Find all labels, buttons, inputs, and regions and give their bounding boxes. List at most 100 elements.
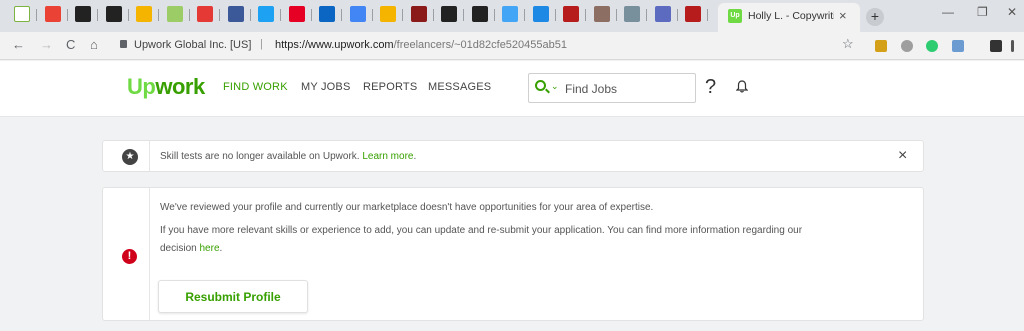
- tab-separator: [463, 9, 464, 21]
- logo-up: Up: [127, 74, 156, 99]
- tab-favicon-icon[interactable]: [75, 6, 91, 22]
- search-input[interactable]: Find Jobs: [565, 82, 617, 96]
- url-text: https://www.upwork.com/freelancers/~01d8…: [275, 39, 567, 51]
- extension-icon[interactable]: [952, 40, 964, 52]
- tab-favicon-icon[interactable]: [319, 6, 335, 22]
- tab-favicon-icon[interactable]: [288, 6, 305, 22]
- tab-separator: [707, 9, 708, 21]
- divider: [149, 141, 150, 171]
- search-icon[interactable]: [535, 80, 546, 91]
- search-box[interactable]: ⌄ Find Jobs: [528, 73, 696, 103]
- upwork-logo[interactable]: Upwork: [127, 74, 205, 100]
- reload-icon[interactable]: C: [66, 37, 75, 52]
- tab-separator: [36, 9, 37, 21]
- tab-separator: [127, 9, 129, 21]
- url-host: https://www.upwork.com: [275, 39, 394, 51]
- here-link[interactable]: here: [199, 243, 219, 254]
- extension-icon[interactable]: [875, 40, 887, 52]
- bookmark-star-icon[interactable]: ☆: [842, 36, 854, 52]
- notice-trailing: .: [413, 151, 417, 162]
- home-icon[interactable]: ⌂: [90, 37, 98, 52]
- decision-text: decision: [160, 243, 197, 254]
- nav-reports[interactable]: REPORTS: [363, 81, 417, 93]
- notice-message: Skill tests are no longer available on U…: [160, 151, 360, 162]
- nav-messages[interactable]: MESSAGES: [428, 81, 491, 93]
- new-tab-button[interactable]: +: [866, 8, 884, 26]
- tab-separator: [524, 9, 525, 21]
- tab-favicon-icon[interactable]: [593, 6, 610, 22]
- url-path: /freelancers/~01d82cfe520455ab51: [393, 39, 567, 51]
- upwork-header: Upwork FIND WORK MY JOBS REPORTS MESSAGE…: [0, 61, 1024, 117]
- tab-favicon-icon[interactable]: [563, 6, 579, 22]
- extension-icon[interactable]: [926, 40, 938, 52]
- notice-text: Skill tests are no longer available on U…: [160, 151, 416, 162]
- address-bar[interactable]: Upwork Global Inc. [US] | https://www.up…: [112, 35, 872, 57]
- site-identity: Upwork Global Inc. [US]: [134, 39, 252, 51]
- tab-separator: [188, 9, 190, 21]
- star-icon: ★: [122, 149, 138, 165]
- tab-favicon-icon[interactable]: [105, 6, 122, 22]
- tab-favicon-icon[interactable]: [349, 6, 366, 22]
- tab-favicon-icon[interactable]: [654, 6, 671, 22]
- upwork-favicon-icon: Up: [728, 9, 742, 23]
- tab-favicon-icon[interactable]: [44, 6, 61, 22]
- close-icon[interactable]: ×: [898, 147, 907, 165]
- resubmit-profile-button[interactable]: Resubmit Profile: [158, 280, 308, 313]
- active-tab-title: Holly L. - Copywriting: [748, 10, 834, 22]
- tab-favicon-icon[interactable]: [502, 6, 518, 22]
- forward-arrow-icon[interactable]: →: [40, 37, 53, 52]
- lock-icon: [120, 40, 127, 48]
- tab-separator: [249, 9, 251, 21]
- extension-icon[interactable]: [901, 40, 913, 52]
- tab-favicon-icon[interactable]: [441, 6, 457, 22]
- tab-separator: [615, 9, 617, 21]
- tab-favicon-icon[interactable]: [624, 6, 640, 22]
- tab-favicon-icon[interactable]: [685, 6, 701, 22]
- tab-separator: [97, 9, 98, 21]
- tab-separator: [280, 9, 281, 21]
- browser-toolbar: ← → C ⌂ Upwork Global Inc. [US] | https:…: [0, 32, 1024, 60]
- logo-work: work: [155, 74, 205, 99]
- tab-separator: [341, 9, 342, 21]
- alert-line-1: We've reviewed your profile and currentl…: [160, 202, 654, 213]
- back-arrow-icon[interactable]: ←: [12, 37, 25, 52]
- tab-separator: [158, 9, 159, 21]
- tab-separator: [371, 9, 373, 21]
- extension-icon[interactable]: [990, 40, 1002, 52]
- menu-icon[interactable]: [1011, 40, 1014, 52]
- tab-close-icon[interactable]: ×: [839, 8, 847, 23]
- window-close-icon[interactable]: ✕: [1007, 5, 1017, 19]
- learn-more-link[interactable]: Learn more: [362, 151, 413, 162]
- tab-separator: [646, 9, 647, 21]
- browser-tab-strip: Up Holly L. - Copywriting × + — ❐ ✕: [0, 0, 1024, 32]
- alert-line-3: decision here.: [160, 243, 222, 254]
- tab-separator: [402, 9, 403, 21]
- divider: [149, 188, 150, 320]
- profile-review-alert: ! We've reviewed your profile and curren…: [102, 187, 924, 321]
- maximize-icon[interactable]: ❐: [977, 5, 988, 19]
- nav-find-work[interactable]: FIND WORK: [223, 81, 288, 93]
- tab-favicon-icon[interactable]: [227, 6, 244, 22]
- skill-test-notice: ★ Skill tests are no longer available on…: [102, 140, 924, 172]
- tab-favicon-icon[interactable]: [532, 6, 549, 22]
- minimize-icon[interactable]: —: [942, 5, 954, 19]
- tab-favicon-icon[interactable]: [410, 6, 427, 22]
- help-icon[interactable]: ?: [705, 76, 716, 99]
- active-tab[interactable]: Up Holly L. - Copywriting ×: [718, 3, 860, 32]
- tab-favicon-icon[interactable]: [166, 6, 183, 22]
- chevron-down-icon[interactable]: ⌄: [551, 81, 559, 92]
- tab-favicon-icon[interactable]: [380, 6, 396, 22]
- nav-my-jobs[interactable]: MY JOBS: [301, 81, 351, 93]
- bell-icon[interactable]: [736, 80, 748, 93]
- tab-favicon-icon[interactable]: [471, 6, 488, 22]
- tab-favicon-icon[interactable]: [258, 6, 274, 22]
- tab-favicon-icon[interactable]: [14, 6, 30, 22]
- tab-separator: [493, 9, 495, 21]
- alert-trailing: .: [219, 243, 223, 254]
- tab-separator: [554, 9, 556, 21]
- tab-separator: [676, 9, 678, 21]
- tab-favicon-icon[interactable]: [197, 6, 213, 22]
- tab-separator: [432, 9, 434, 21]
- url-separator: |: [260, 38, 263, 50]
- tab-favicon-icon[interactable]: [136, 6, 152, 22]
